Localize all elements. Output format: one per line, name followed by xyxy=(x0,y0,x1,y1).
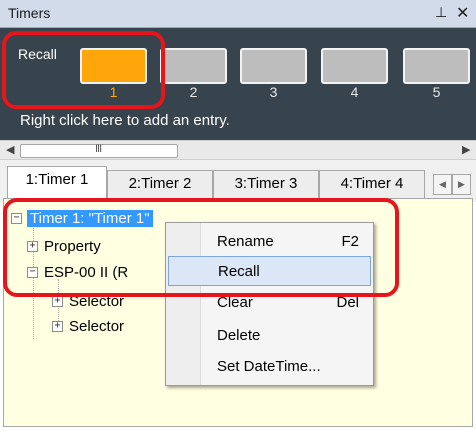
menu-item-set-datetime[interactable]: Set DateTime... xyxy=(168,352,371,382)
close-icon[interactable]: ✕ xyxy=(456,3,469,23)
tab-timer-3[interactable]: 3:Timer 3 xyxy=(213,170,319,198)
scrollbar-thumb[interactable]: III xyxy=(20,143,178,158)
recall-slot-number: 4 xyxy=(350,84,359,100)
recall-slot-5[interactable] xyxy=(403,48,470,84)
recall-slot-number: 3 xyxy=(269,84,278,100)
scrollbar-grip: III xyxy=(95,143,102,155)
add-entry-hint[interactable]: Right click here to add an entry. xyxy=(20,112,230,129)
expand-icon[interactable]: + xyxy=(52,296,63,307)
recall-slot-3[interactable] xyxy=(240,48,307,84)
annotation-highlight-recall-menu xyxy=(3,198,399,297)
expand-icon[interactable]: + xyxy=(52,321,63,332)
scroll-left-arrow-icon[interactable]: ◀ xyxy=(6,143,14,156)
panel-title-bar: Timers ⊥ ✕ xyxy=(0,0,476,28)
recall-slot-4[interactable] xyxy=(321,48,388,84)
annotation-highlight-recall-slot xyxy=(2,31,165,109)
menu-item-label: Delete xyxy=(217,327,261,344)
panel-title: Timers xyxy=(8,5,51,21)
tab-timer-2[interactable]: 2:Timer 2 xyxy=(107,170,213,198)
pin-icon[interactable]: ⊥ xyxy=(435,4,447,21)
tab-timer-1[interactable]: 1:Timer 1 xyxy=(7,166,107,199)
tab-timer-4[interactable]: 4:Timer 4 xyxy=(319,170,425,198)
recall-slot-2[interactable] xyxy=(160,48,227,84)
tab-scroll-right-icon[interactable]: ▶ xyxy=(452,174,471,195)
tab-scroll-left-icon[interactable]: ◀ xyxy=(433,174,452,195)
tree-item-selector[interactable]: Selector xyxy=(69,318,124,335)
timer-tabs: 1:Timer 1 2:Timer 2 3:Timer 3 4:Timer 4 … xyxy=(0,160,476,202)
recall-slot-number: 2 xyxy=(189,84,198,100)
scroll-right-arrow-icon[interactable]: ▶ xyxy=(462,143,470,156)
recall-slot-number: 5 xyxy=(432,84,441,100)
menu-item-delete[interactable]: Delete xyxy=(168,321,371,351)
menu-item-label: Set DateTime... xyxy=(217,358,321,375)
horizontal-scrollbar[interactable]: ◀ III ▶ xyxy=(0,140,476,160)
